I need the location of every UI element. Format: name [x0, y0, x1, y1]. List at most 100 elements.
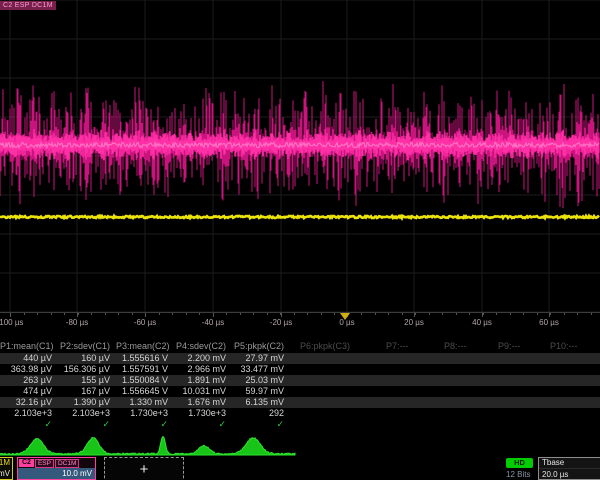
axis-major-tick	[549, 313, 550, 317]
axis-major-tick	[281, 313, 282, 317]
measurement-value: 1.555616 V	[116, 353, 174, 364]
measurement-row: 2.103e+32.103e+31.730e+31.730e+3292	[0, 408, 600, 419]
timebase-label: Tbase	[539, 458, 600, 469]
measurement-value: 363.98 µV	[0, 364, 58, 375]
axis-minor-tick	[496, 313, 497, 315]
status-ok-icon: ✓	[174, 419, 232, 430]
measurement-header-10[interactable]: P10:---	[540, 340, 592, 353]
measurement-header-6[interactable]: P6:pkpk(C3)	[290, 340, 376, 353]
measurement-row: 440 µV160 µV1.555616 V2.200 mV27.97 mV	[0, 353, 600, 364]
axis-minor-tick	[267, 313, 268, 315]
measurement-row: 263 µV155 µV1.550084 V1.891 mV25.03 mV	[0, 375, 600, 386]
timebase-descriptor[interactable]: Tbase 20.0 µs	[538, 457, 600, 480]
measurement-value: 1.730e+3	[116, 408, 174, 419]
hd-mode-badge[interactable]: HD	[506, 458, 533, 468]
axis-minor-tick	[550, 313, 551, 315]
measurement-header-3[interactable]: P3:mean(C2)	[116, 340, 174, 353]
measurement-value: 155 µV	[58, 375, 116, 386]
axis-minor-tick	[64, 313, 65, 315]
trace-label-badge[interactable]: C2 ESP DC1M	[0, 1, 56, 10]
measurement-header-row: P1:mean(C1)P2:sdev(C1)P3:mean(C2)P4:sdev…	[0, 340, 600, 353]
measurement-value: 1.550084 V	[116, 375, 174, 386]
measurement-row: 474 µV167 µV1.556645 V10.031 mV59.97 mV	[0, 386, 600, 397]
axis-minor-tick	[361, 313, 362, 315]
channel-c1-descriptor[interactable]: DC1M 0 mV	[0, 457, 13, 480]
measurement-header-5[interactable]: P5:pkpk(C2)	[232, 340, 290, 353]
axis-minor-tick	[240, 313, 241, 315]
time-axis-label: 60 µs	[539, 318, 559, 327]
axis-major-tick	[414, 313, 415, 317]
measurement-value: 10.031 mV	[174, 386, 232, 397]
oscilloscope-screen: C2 ESP DC1M -100 µs-80 µs-60 µs-40 µs-20…	[0, 0, 600, 480]
measurement-value: 1.676 mV	[174, 397, 232, 408]
axis-minor-tick	[51, 313, 52, 315]
measurement-header-8[interactable]: P8:---	[434, 340, 488, 353]
time-axis-label: -40 µs	[202, 318, 224, 327]
histicon-strip	[0, 436, 600, 458]
axis-minor-tick	[294, 313, 295, 315]
measurement-value: 2.200 mV	[174, 353, 232, 364]
measurement-row: 32.16 µV1.390 µV1.330 mV1.676 mV6.135 mV	[0, 397, 600, 408]
measurement-table[interactable]: P1:mean(C1)P2:sdev(C1)P3:mean(C2)P4:sdev…	[0, 340, 600, 430]
measurement-value: 167 µV	[58, 386, 116, 397]
measurement-value: 32.16 µV	[0, 397, 58, 408]
measurement-histicons	[0, 436, 600, 458]
axis-minor-tick	[456, 313, 457, 315]
axis-minor-tick	[226, 313, 227, 315]
axis-minor-tick	[469, 313, 470, 315]
axis-minor-tick	[591, 313, 592, 315]
time-axis-label: -80 µs	[66, 318, 88, 327]
time-axis: -100 µs-80 µs-60 µs-40 µs-20 µs0 µs20 µs…	[0, 312, 600, 339]
measurement-value: 1.390 µV	[58, 397, 116, 408]
axis-minor-tick	[199, 313, 200, 315]
axis-minor-tick	[132, 313, 133, 315]
axis-minor-tick	[564, 313, 565, 315]
channel-c2-descriptor[interactable]: C2 ESP DC1M 10.0 mV	[17, 457, 96, 480]
bit-resolution-label: 12 Bits	[506, 470, 530, 479]
axis-minor-tick	[37, 313, 38, 315]
measurement-header-1[interactable]: P1:mean(C1)	[0, 340, 58, 353]
measurement-header-9[interactable]: P9:---	[488, 340, 540, 353]
axis-minor-tick	[429, 313, 430, 315]
measurement-value: 263 µV	[0, 375, 58, 386]
axis-minor-tick	[91, 313, 92, 315]
measurement-value: 156.306 µV	[58, 364, 116, 375]
measurement-value: 2.103e+3	[0, 408, 58, 419]
status-ok-icon: ✓	[0, 419, 58, 430]
measurement-value: 292	[232, 408, 290, 419]
axis-minor-tick	[415, 313, 416, 315]
add-trace-button[interactable]: +	[104, 457, 184, 480]
axis-minor-tick	[388, 313, 389, 315]
measurement-status-row: ✓✓✓✓✓	[0, 419, 600, 430]
measurement-value: 59.97 mV	[232, 386, 290, 397]
waveform-display[interactable]: C2 ESP DC1M	[0, 0, 600, 312]
timebase-value: 20.0 µs	[539, 469, 600, 480]
measurement-value: 27.97 mV	[232, 353, 290, 364]
status-bar: DC1M 0 mV C2 ESP DC1M 10.0 mV + HD 12 Bi…	[0, 456, 600, 480]
trigger-position-marker[interactable]	[340, 313, 350, 320]
status-ok-icon: ✓	[232, 419, 290, 430]
plus-icon: +	[140, 461, 149, 478]
status-ok-icon: ✓	[116, 419, 174, 430]
measurement-header-7[interactable]: P7:---	[376, 340, 434, 353]
axis-minor-tick	[186, 313, 187, 315]
axis-minor-tick	[307, 313, 308, 315]
axis-major-tick	[77, 313, 78, 317]
axis-major-tick	[10, 313, 11, 317]
axis-minor-tick	[577, 313, 578, 315]
axis-minor-tick	[105, 313, 106, 315]
c2-coupling-tag: DC1M	[55, 459, 79, 468]
time-axis-label: -60 µs	[134, 318, 156, 327]
measurement-header-2[interactable]: P2:sdev(C1)	[58, 340, 116, 353]
axis-minor-tick	[442, 313, 443, 315]
measurement-value: 160 µV	[58, 353, 116, 364]
measurement-value: 1.330 mV	[116, 397, 174, 408]
axis-minor-tick	[510, 313, 511, 315]
axis-minor-tick	[334, 313, 335, 315]
measurement-header-4[interactable]: P4:sdev(C2)	[174, 340, 232, 353]
axis-minor-tick	[24, 313, 25, 315]
measurement-value: 1.891 mV	[174, 375, 232, 386]
waveform-graticule	[0, 0, 600, 312]
measurement-value: 2.966 mV	[174, 364, 232, 375]
measurement-value: 25.03 mV	[232, 375, 290, 386]
